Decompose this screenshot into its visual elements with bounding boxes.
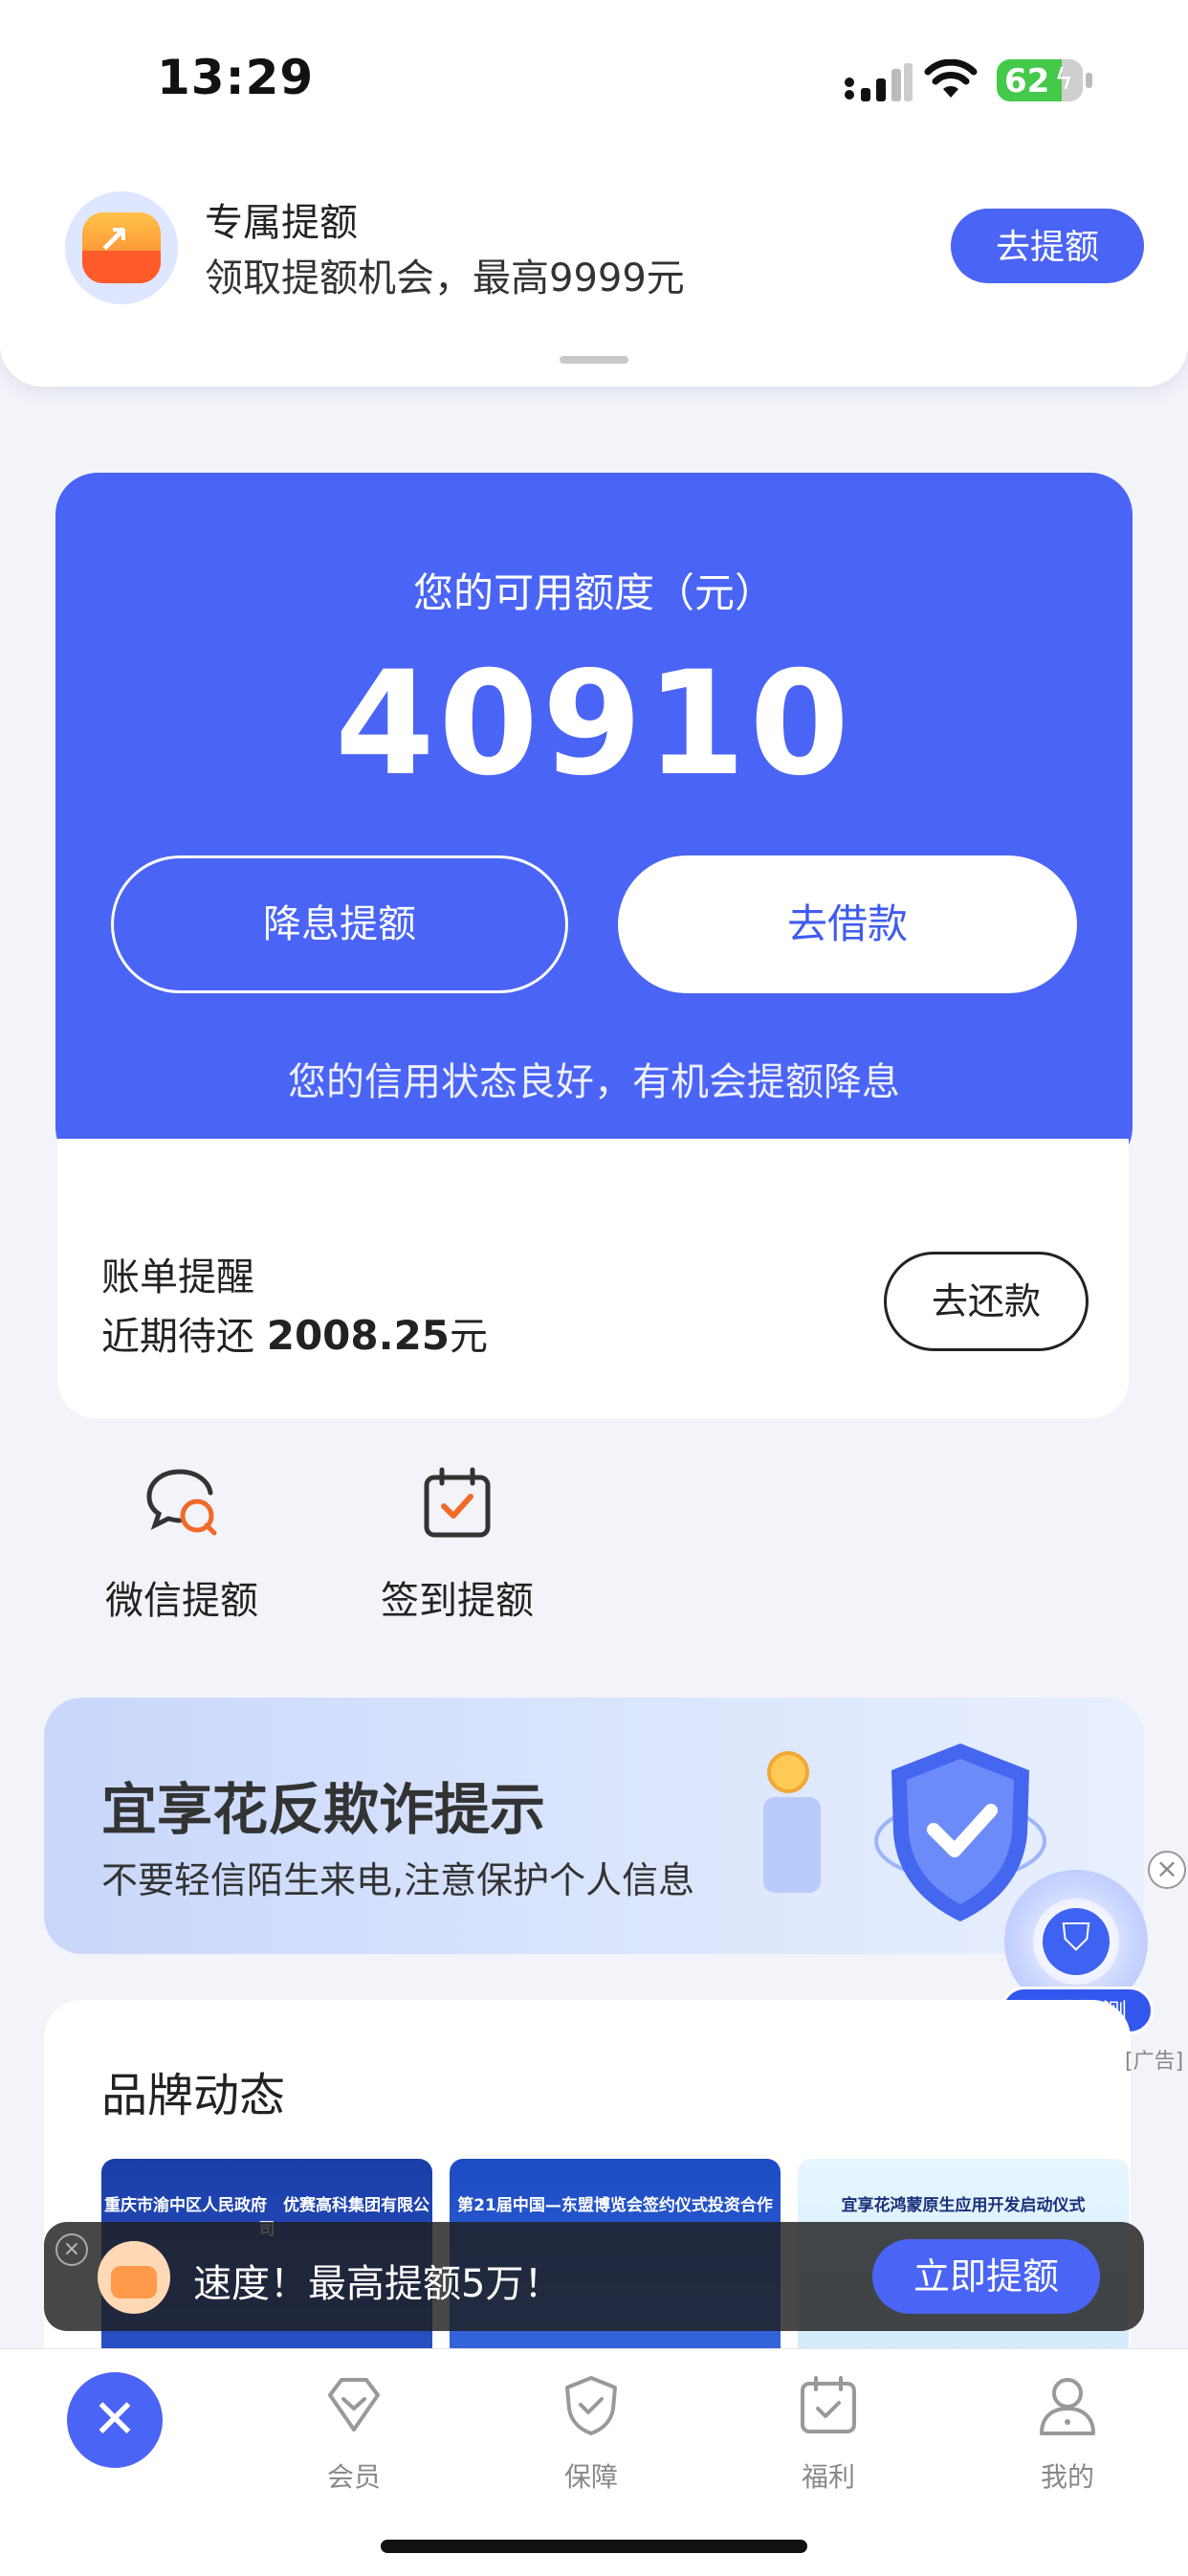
quick-entry-checkin[interactable]: 签到提额 <box>362 1464 553 1625</box>
news-caption: 第21届中国—东盟博览会签约仪式投资合作 <box>457 2196 773 2215</box>
reduce-rate-button[interactable]: 降息提额 <box>111 855 568 993</box>
quick-entry-label: 签到提额 <box>381 1579 534 1623</box>
shield-check-icon <box>565 2376 617 2435</box>
quick-entry-wechat[interactable]: 微信提额 <box>86 1464 277 1625</box>
user-icon <box>1040 2378 1095 2435</box>
tab-protection[interactable]: 保障 <box>524 2374 658 2495</box>
battery-level: 62 <box>1004 62 1050 100</box>
home-indicator[interactable] <box>381 2540 807 2553</box>
home-logo-icon: ✕ <box>92 2388 138 2451</box>
member-badge-icon <box>328 2378 380 2432</box>
ad-tag: [广告] <box>1125 2050 1184 2074</box>
close-toast-icon[interactable]: × <box>55 2233 88 2266</box>
anti-fraud-title: 宜享花反欺诈提示 <box>101 1777 546 1842</box>
tab-label: 福利 <box>801 2461 855 2493</box>
shield-bolt-icon: ⛉ <box>1043 1908 1110 1975</box>
anti-fraud-subtitle: 不要轻信陌生来电,注意保护个人信息 <box>101 1859 695 1901</box>
tab-mine[interactable]: 我的 <box>1001 2374 1134 2495</box>
available-limit-amount: 40910 <box>335 641 853 808</box>
credit-limit-card: 您的可用额度（元） 40910 降息提额 去借款 您的信用状态良好，有机会提额降… <box>55 473 1133 1169</box>
repay-button[interactable]: 去还款 <box>884 1252 1089 1351</box>
sheet-drag-handle[interactable] <box>560 356 628 364</box>
coin-icon <box>767 1751 809 1793</box>
brand-news-title: 品牌动态 <box>101 2069 286 2122</box>
tab-welfare[interactable]: 福利 <box>761 2374 895 2495</box>
gift-box-icon <box>98 2241 170 2314</box>
borrow-button[interactable]: 去借款 <box>618 855 1077 993</box>
toast-text: 速度！最高提额5万！ <box>193 2262 562 2306</box>
bill-due-line: 近期待还 2008.25元 <box>101 1312 489 1359</box>
bill-reminder-card: 账单提醒 近期待还 2008.25元 去还款 <box>57 1139 1129 1418</box>
tab-member[interactable]: 会员 <box>287 2374 421 2495</box>
coin-stand-decoration <box>763 1797 821 1893</box>
close-ad-icon[interactable]: × <box>1148 1851 1186 1889</box>
news-caption: 宜享花鸿蒙原生应用开发启动仪式 <box>841 2196 1086 2215</box>
battery-icon: 62 ϟ <box>997 59 1092 101</box>
available-limit-label: 您的可用额度（元） <box>412 569 775 616</box>
tab-label: 会员 <box>326 2461 381 2493</box>
tab-label: 保障 <box>563 2461 618 2493</box>
promo-toast: × 速度！最高提额5万！ 立即提额 <box>44 2222 1144 2331</box>
wechat-chat-icon <box>146 1469 217 1536</box>
promo-subtitle: 领取提额机会，最高9999元 <box>205 256 685 300</box>
red-envelope-icon: ↗ <box>65 191 178 304</box>
status-time: 13:29 <box>157 50 315 105</box>
raise-limit-button[interactable]: 去提额 <box>951 209 1144 283</box>
wifi-icon <box>924 59 978 98</box>
credit-status-tip: 您的信用状态良好，有机会提额降息 <box>288 1060 900 1104</box>
raise-now-button[interactable]: 立即提额 <box>872 2239 1100 2314</box>
bill-title: 账单提醒 <box>101 1255 254 1299</box>
promo-title: 专属提额 <box>205 201 358 245</box>
anti-fraud-banner[interactable]: 宜享花反欺诈提示 不要轻信陌生来电,注意保护个人信息 <box>44 1698 1144 1954</box>
cellular-signal-icon <box>845 63 913 101</box>
bill-due-amount: 2008.25 <box>266 1312 451 1359</box>
top-promo-sheet: 13:29 62 ϟ ↗ 专属提额 领取提额机会，最高9999元 去提额 <box>0 0 1188 387</box>
calendar-check-icon <box>424 1467 491 1538</box>
tab-home[interactable]: ✕ <box>67 2372 163 2468</box>
tab-label: 我的 <box>1040 2461 1094 2493</box>
quick-entry-label: 微信提额 <box>105 1579 258 1623</box>
calendar-check-icon <box>801 2376 856 2433</box>
